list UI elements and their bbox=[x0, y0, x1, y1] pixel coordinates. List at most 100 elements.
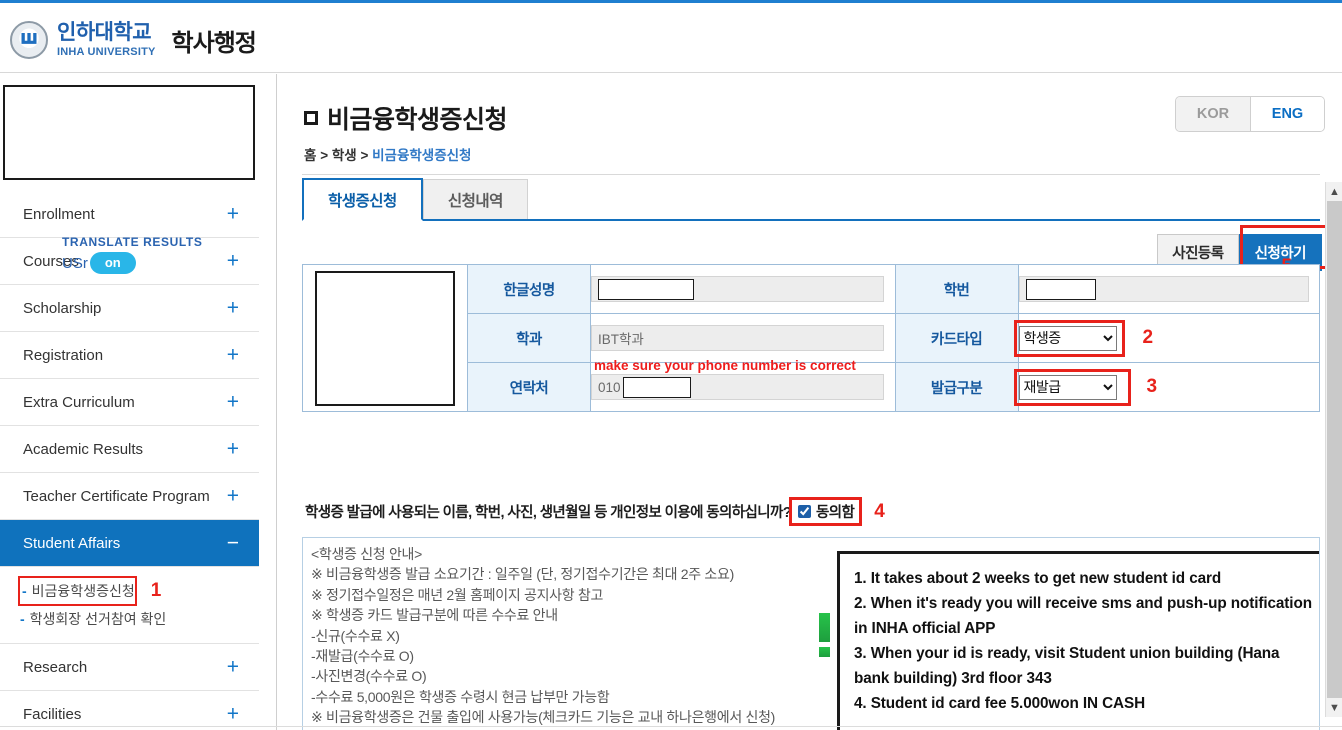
main-content: 비금융학생증신청 홈 > 학생 > 비금융학생증신청 KOR ENG 학생증신청… bbox=[278, 74, 1342, 730]
consent-row: 학생증 발급에 사용되는 이름, 학번, 사진, 생년월일 등 개인정보 이용에… bbox=[302, 497, 1320, 526]
sidebar-item-facilities[interactable]: Facilities + bbox=[0, 691, 259, 730]
tab-application-history[interactable]: 신청내역 bbox=[422, 179, 528, 219]
sidebar-inner: Enrollment + Courses + Scholarship + Reg… bbox=[0, 74, 259, 730]
sidebar-subitem-student-id-application[interactable]: - 비금융학생증신청 bbox=[18, 576, 137, 606]
student-photo-preview[interactable] bbox=[315, 270, 455, 406]
sidebar-item-extra-curriculum[interactable]: Extra Curriculum + bbox=[0, 379, 259, 426]
university-name: 인하대학교 INHA UNIVERSITY bbox=[57, 22, 156, 59]
breadcrumb-section[interactable]: 학생 bbox=[332, 148, 357, 163]
label-department: 학과 bbox=[467, 313, 591, 363]
label-contact: 연락처 bbox=[467, 362, 591, 412]
english-instructions-text: 1. It takes about 2 weeks to get new stu… bbox=[854, 570, 1312, 712]
site-logo[interactable]: 인하대학교 INHA UNIVERSITY 학사행정 bbox=[10, 21, 257, 59]
step-marker-1: 1 bbox=[150, 580, 162, 601]
label-card-type: 카드타입 bbox=[894, 313, 1019, 363]
breadcrumb-sep: > bbox=[320, 148, 329, 163]
sidebar-item-student-affairs[interactable]: Student Affairs − bbox=[0, 520, 259, 567]
page-title-text: 비금융학생증신청 bbox=[327, 106, 508, 134]
sidebar-submenu-student-affairs: - 비금융학생증신청 1 - 학생회장 선거참여 확인 bbox=[0, 567, 259, 644]
phone-warning-note: make sure your phone number is correct bbox=[594, 358, 856, 373]
site-header: 인하대학교 INHA UNIVERSITY 학사행정 bbox=[0, 3, 1342, 73]
student-id-form-table: 한글성명 학번 학과 IBT학과 카드타입 학생증 2 연락처 make sur… bbox=[302, 264, 1321, 412]
label-student-number: 학번 bbox=[894, 264, 1019, 314]
exclamation-bar bbox=[819, 613, 830, 642]
bullet-dash-icon: - bbox=[20, 611, 25, 627]
chevron-up-icon[interactable]: ▲ bbox=[1326, 183, 1342, 200]
expand-plus-icon[interactable]: + bbox=[227, 298, 239, 319]
exclamation-dot bbox=[819, 647, 830, 657]
university-name-kr: 인하대학교 bbox=[57, 20, 152, 44]
issue-type-select-wrap: 재발급 bbox=[1013, 368, 1131, 406]
consent-checkbox[interactable] bbox=[798, 505, 811, 518]
contact-prefix: 010 bbox=[598, 379, 621, 395]
student-number-field[interactable] bbox=[1018, 276, 1309, 302]
sidebar-subitem-election-participation[interactable]: - 학생회장 선거참여 확인 bbox=[18, 606, 166, 632]
language-switch[interactable]: KOR ENG bbox=[1175, 96, 1325, 132]
sidebar-item-label: Research bbox=[23, 658, 88, 676]
masked-value bbox=[598, 278, 694, 300]
label-issue-type: 발급구분 bbox=[894, 362, 1019, 412]
university-name-en: INHA UNIVERSITY bbox=[57, 45, 156, 58]
sidebar-item-label: Extra Curriculum bbox=[23, 393, 135, 411]
card-type-select-wrap: 학생증 bbox=[1013, 319, 1125, 357]
expand-plus-icon[interactable]: + bbox=[227, 345, 239, 366]
sidebar-item-label: Student Affairs bbox=[23, 534, 121, 552]
sidebar-item-label: Facilities bbox=[23, 705, 82, 723]
cell-contact: make sure your phone number is correct 0… bbox=[590, 358, 896, 412]
masked-value bbox=[622, 376, 691, 398]
breadcrumb-sep: > bbox=[360, 148, 369, 163]
english-instructions-note: 1. It takes about 2 weeks to get new stu… bbox=[837, 551, 1319, 730]
header-divider bbox=[302, 174, 1320, 175]
expand-plus-icon[interactable]: + bbox=[227, 439, 239, 460]
label-korean-name: 한글성명 bbox=[467, 264, 591, 314]
consent-checkbox-highlight: 동의함 bbox=[789, 497, 863, 526]
expand-plus-icon[interactable]: + bbox=[227, 704, 239, 725]
chevron-down-icon[interactable]: ▼ bbox=[1326, 699, 1342, 716]
sidebar-item-teacher-certificate-program[interactable]: Teacher Certificate Program + bbox=[0, 473, 259, 520]
sidebar-item-registration[interactable]: Registration + bbox=[0, 332, 259, 379]
main-scrollbar[interactable]: ▲ ▼ bbox=[1325, 182, 1342, 717]
sidebar-item-label: Registration bbox=[23, 346, 104, 364]
lang-button-kor[interactable]: KOR bbox=[1176, 97, 1250, 131]
expand-plus-icon[interactable]: + bbox=[227, 486, 239, 507]
expand-plus-icon[interactable]: + bbox=[227, 204, 239, 225]
korean-name-field[interactable] bbox=[591, 276, 884, 302]
expand-plus-icon[interactable]: + bbox=[227, 251, 239, 272]
issue-type-select[interactable]: 재발급 bbox=[1018, 374, 1117, 400]
page-title: 비금융학생증신청 bbox=[304, 100, 508, 136]
breadcrumb: 홈 > 학생 > 비금융학생증신청 bbox=[304, 144, 471, 164]
page-root: 인하대학교 INHA UNIVERSITY 학사행정 Enrollment + … bbox=[0, 0, 1342, 730]
sidebar-item-enrollment[interactable]: Enrollment + bbox=[0, 191, 259, 238]
breadcrumb-home[interactable]: 홈 bbox=[304, 148, 316, 163]
expand-plus-icon[interactable]: + bbox=[227, 392, 239, 413]
sidebar-item-research[interactable]: Research + bbox=[0, 644, 259, 691]
contact-field[interactable]: make sure your phone number is correct 0… bbox=[591, 358, 884, 400]
sidebar-item-label: Teacher Certificate Program bbox=[23, 487, 210, 505]
expand-plus-icon[interactable]: + bbox=[227, 657, 239, 678]
breadcrumb-current: 비금융학생증신청 bbox=[372, 148, 472, 163]
cell-issue-type: 재발급 3 bbox=[1013, 362, 1321, 412]
tab-student-id-application[interactable]: 학생증신청 bbox=[302, 178, 423, 221]
lang-button-eng[interactable]: ENG bbox=[1250, 97, 1324, 131]
notice-box[interactable]: <학생증 신청 안내> ※ 비금융학생증 발급 소요기간 : 일주일 (단, 정… bbox=[302, 537, 1320, 730]
bottom-divider bbox=[0, 726, 1342, 727]
sidebar: Enrollment + Courses + Scholarship + Reg… bbox=[0, 74, 277, 730]
step-marker-4: 4 bbox=[874, 500, 885, 522]
main-scrollbar-thumb[interactable] bbox=[1327, 201, 1342, 698]
consent-checkbox-label: 동의함 bbox=[816, 505, 855, 521]
square-bullet-icon bbox=[304, 111, 318, 125]
inha-seal-icon bbox=[10, 21, 48, 59]
green-exclamation-icon bbox=[819, 613, 830, 657]
sidebar-subitem-label: 비금융학생증신청 bbox=[31, 583, 135, 599]
tab-bar: 학생증신청 신청내역 bbox=[302, 178, 1320, 221]
department-field: IBT학과 bbox=[591, 325, 884, 351]
sidebar-item-courses[interactable]: Courses + bbox=[0, 238, 259, 285]
collapse-minus-icon[interactable]: − bbox=[227, 533, 239, 554]
sidebar-subitem-label: 학생회장 선거참여 확인 bbox=[29, 611, 167, 627]
sidebar-item-label: Enrollment bbox=[23, 205, 95, 223]
sidebar-item-scholarship[interactable]: Scholarship + bbox=[0, 285, 259, 332]
photo-cell[interactable] bbox=[302, 264, 468, 412]
sidebar-item-academic-results[interactable]: Academic Results + bbox=[0, 426, 259, 473]
cell-korean-name bbox=[590, 264, 896, 314]
card-type-select[interactable]: 학생증 bbox=[1018, 325, 1117, 351]
